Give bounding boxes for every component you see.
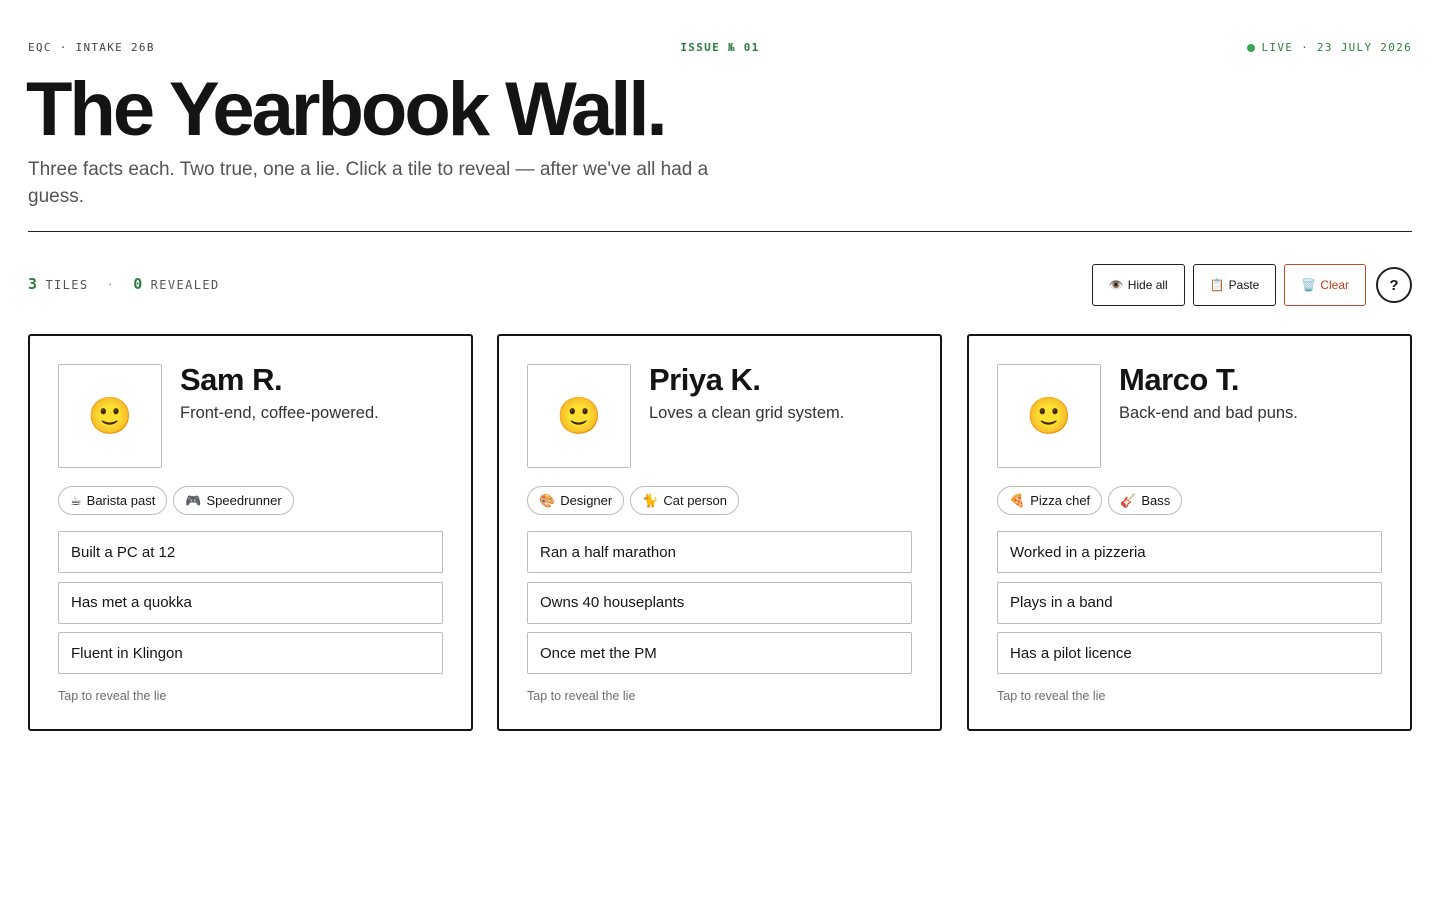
revealed-count: 0 bbox=[133, 275, 144, 293]
tag-chips: 🎨 Designer 🐈 Cat person bbox=[527, 486, 739, 515]
tag-chip-label: Designer bbox=[560, 493, 613, 508]
gamepad-icon: 🎮 bbox=[185, 492, 202, 508]
revealed-label: REVEALED bbox=[150, 278, 220, 292]
fact-item[interactable]: Plays in a band bbox=[997, 581, 1382, 624]
live-date-label: LIVE · 23 JULY 2026 bbox=[1261, 41, 1412, 54]
stats-bar: 3 TILES · 0 REVEALED bbox=[28, 275, 220, 293]
clipboard-icon: 📋 bbox=[1209, 278, 1225, 292]
person-bio: Loves a clean grid system. bbox=[649, 404, 845, 422]
paste-label: Paste bbox=[1228, 278, 1260, 292]
toolbar: 👁️ Hide all 📋 Paste 🗑️ Clear ? bbox=[1091, 264, 1412, 306]
fact-item[interactable]: Ran a half marathon bbox=[527, 531, 912, 573]
tag-chip: 🎮 Speedrunner bbox=[173, 486, 294, 515]
tile-grid: 🙂 Sam R. Front-end, coffee-powered. ☕ Ba… bbox=[28, 334, 1412, 731]
trash-icon: 🗑️ bbox=[1301, 278, 1317, 292]
stats-separator: · bbox=[106, 278, 116, 292]
tag-chip-label: Pizza chef bbox=[1030, 493, 1091, 508]
fact-item[interactable]: Worked in a pizzeria bbox=[997, 531, 1382, 573]
live-status: LIVE · 23 JULY 2026 bbox=[1247, 41, 1412, 54]
avatar: 🙂 bbox=[58, 364, 162, 468]
person-name: Marco T. bbox=[1119, 362, 1240, 397]
fact-list: Worked in a pizzeria Plays in a band Has… bbox=[997, 531, 1382, 683]
paste-button[interactable]: 📋 Paste bbox=[1192, 264, 1277, 306]
person-name: Sam R. bbox=[180, 362, 283, 397]
tag-chip-label: Bass bbox=[1141, 493, 1171, 508]
person-tile[interactable]: 🙂 Marco T. Back-end and bad puns. 🍕 Pizz… bbox=[967, 334, 1412, 731]
tiles-count: 3 bbox=[28, 275, 39, 293]
clear-label: Clear bbox=[1320, 278, 1349, 292]
pizza-icon: 🍕 bbox=[1009, 492, 1026, 508]
clear-button[interactable]: 🗑️ Clear bbox=[1284, 264, 1366, 306]
tag-chip: 🎸 Bass bbox=[1108, 486, 1183, 515]
tag-chips: ☕ Barista past 🎮 Speedrunner bbox=[58, 486, 294, 515]
live-dot-icon bbox=[1247, 43, 1256, 52]
cat-icon: 🐈 bbox=[642, 492, 659, 508]
tag-chip: 🐈 Cat person bbox=[630, 486, 739, 515]
person-tile[interactable]: 🙂 Priya K. Loves a clean grid system. 🎨 … bbox=[497, 334, 942, 731]
hide-all-label: Hide all bbox=[1127, 278, 1168, 292]
page-subtitle: Three facts each. Two true, one a lie. C… bbox=[28, 159, 709, 207]
tag-chip-label: Barista past bbox=[86, 493, 156, 508]
tag-chip: 🎨 Designer bbox=[527, 486, 625, 515]
fact-item[interactable]: Built a PC at 12 bbox=[58, 531, 443, 573]
person-tile[interactable]: 🙂 Sam R. Front-end, coffee-powered. ☕ Ba… bbox=[28, 334, 473, 731]
person-bio: Back-end and bad puns. bbox=[1119, 404, 1298, 422]
tag-chip-label: Speedrunner bbox=[206, 493, 282, 508]
issue-label: ISSUE № 01 bbox=[680, 41, 760, 54]
tag-chip-label: Cat person bbox=[663, 493, 727, 508]
person-name: Priya K. bbox=[649, 362, 761, 397]
fact-item[interactable]: Once met the PM bbox=[527, 632, 912, 674]
hide-all-button[interactable]: 👁️ Hide all bbox=[1091, 264, 1185, 306]
reveal-hint: Tap to reveal the lie bbox=[58, 689, 167, 703]
person-bio: Front-end, coffee-powered. bbox=[180, 404, 379, 422]
avatar: 🙂 bbox=[997, 364, 1101, 468]
fact-list: Ran a half marathon Owns 40 houseplants … bbox=[527, 531, 912, 683]
reveal-hint: Tap to reveal the lie bbox=[997, 689, 1106, 703]
page-title: The Yearbook Wall. bbox=[26, 67, 668, 152]
tag-chip: 🍕 Pizza chef bbox=[997, 486, 1103, 515]
fact-list: Built a PC at 12 Has met a quokka Fluent… bbox=[58, 531, 443, 683]
coffee-icon: ☕ bbox=[70, 492, 82, 508]
tag-chips: 🍕 Pizza chef 🎸 Bass bbox=[997, 486, 1183, 515]
eye-icon: 👁️ bbox=[1108, 278, 1124, 292]
fact-item[interactable]: Fluent in Klingon bbox=[58, 632, 443, 674]
fact-item[interactable]: Has a pilot licence bbox=[997, 632, 1382, 674]
tag-chip: ☕ Barista past bbox=[58, 486, 168, 515]
reveal-hint: Tap to reveal the lie bbox=[527, 689, 636, 703]
top-bar: EQC · INTAKE 26B ISSUE № 01 LIVE · 23 JU… bbox=[28, 41, 1412, 57]
fact-item[interactable]: Owns 40 houseplants bbox=[527, 581, 912, 624]
help-button[interactable]: ? bbox=[1376, 267, 1412, 303]
palette-icon: 🎨 bbox=[539, 492, 556, 508]
avatar: 🙂 bbox=[527, 364, 631, 468]
guitar-icon: 🎸 bbox=[1120, 492, 1137, 508]
fact-item[interactable]: Has met a quokka bbox=[58, 581, 443, 624]
tiles-label: TILES bbox=[45, 278, 89, 292]
header-divider bbox=[28, 231, 1412, 232]
